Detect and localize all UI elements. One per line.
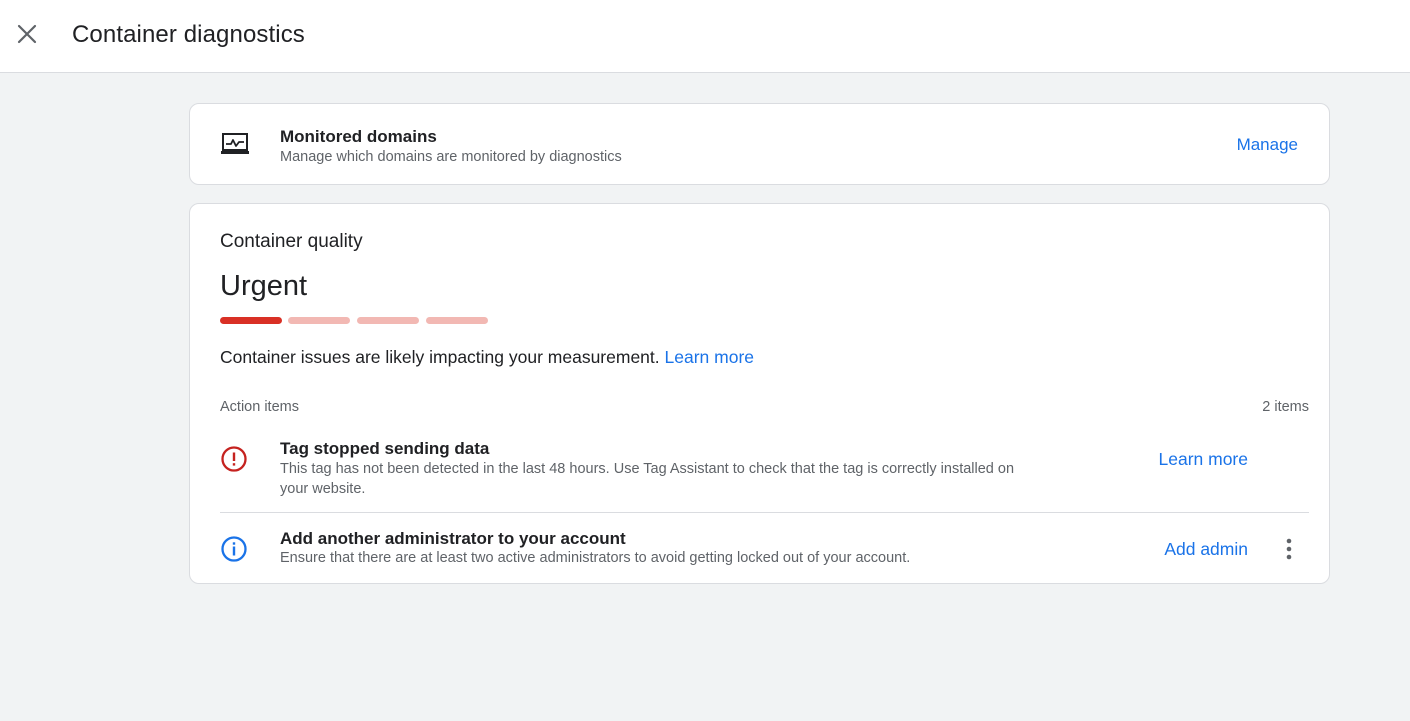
quality-message-text: Container issues are likely impacting yo… xyxy=(220,347,660,367)
add-admin-button[interactable]: Add admin xyxy=(1164,539,1248,560)
quality-status: Urgent xyxy=(220,270,308,302)
close-button[interactable] xyxy=(10,17,44,51)
action-item-title: Tag stopped sending data xyxy=(280,439,490,458)
quality-level-segment xyxy=(288,317,350,324)
container-quality-label: Container quality xyxy=(220,231,363,252)
quality-level-segment xyxy=(220,317,282,324)
divider xyxy=(220,512,1309,513)
page-title: Container diagnostics xyxy=(72,21,305,48)
action-item-title: Add another administrator to your accoun… xyxy=(280,529,626,548)
more-vert-icon xyxy=(1286,538,1292,560)
action-items-count: 2 items xyxy=(1262,399,1309,415)
learn-more-button[interactable]: Learn more xyxy=(1159,449,1249,470)
action-items-label: Action items xyxy=(220,399,299,415)
error-icon xyxy=(221,446,247,472)
monitored-domains-subtitle: Manage which domains are monitored by di… xyxy=(280,149,622,165)
quality-level-segment xyxy=(426,317,488,324)
info-icon xyxy=(221,536,247,562)
manage-domains-button[interactable]: Manage xyxy=(1237,135,1298,155)
quality-level-segment xyxy=(357,317,419,324)
quality-learn-more-link[interactable]: Learn more xyxy=(665,347,755,367)
monitored-domains-card: Monitored domains Manage which domains a… xyxy=(189,103,1330,185)
more-options-button[interactable] xyxy=(1277,537,1301,561)
action-item-description: This tag has not been detected in the la… xyxy=(280,461,1015,497)
monitored-domains-title: Monitored domains xyxy=(280,127,437,146)
action-item-description: Ensure that there are at least two activ… xyxy=(280,550,911,566)
quality-message: Container issues are likely impacting yo… xyxy=(220,347,754,368)
monitor-chart-icon xyxy=(221,133,249,154)
top-bar: Container diagnostics xyxy=(0,0,1410,73)
close-icon xyxy=(17,24,37,44)
container-quality-card: Container quality Urgent Container issue… xyxy=(189,203,1330,584)
